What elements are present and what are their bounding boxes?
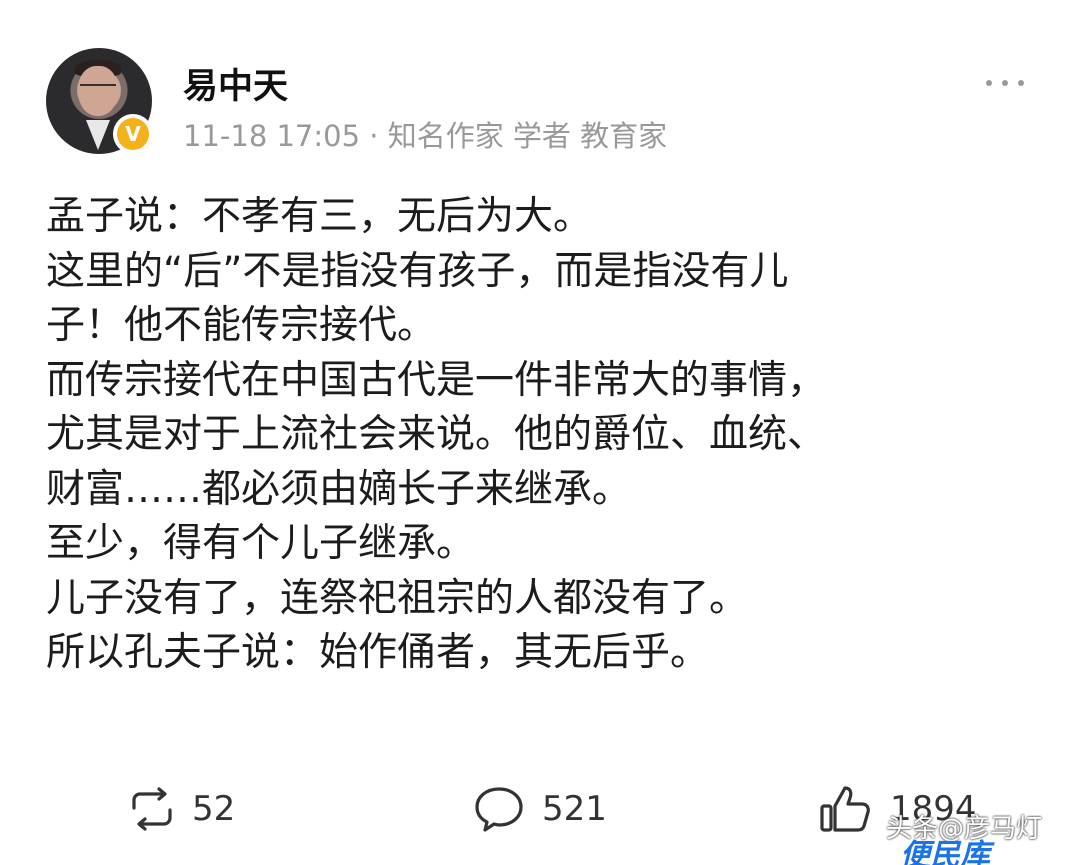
comment-count: 521: [542, 789, 607, 829]
verified-badge-icon: V: [113, 114, 153, 154]
post-line: 孟子说：不孝有三，无后为大。: [46, 194, 593, 239]
post-meta: 11-18 17:05 · 知名作家 学者 教育家: [183, 119, 668, 153]
more-dots-icon[interactable]: [980, 66, 1030, 98]
more-dot: [1018, 80, 1024, 86]
post-line: 所以孔夫子说：始作俑者，其无后乎。: [46, 630, 710, 675]
more-dot: [986, 80, 992, 86]
repost-icon: [132, 787, 172, 831]
avatar-shirt: [86, 120, 110, 150]
verified-badge-mark: V: [117, 118, 149, 150]
author-name[interactable]: 易中天: [183, 58, 288, 109]
repost-count: 52: [192, 789, 236, 829]
post-line: 财富……都必须由嫡长子来继承。: [46, 466, 632, 512]
post-line: 至少，得有个儿子继承。: [46, 521, 476, 566]
post-line: 儿子没有了，连祭祀祖宗的人都没有了。: [46, 575, 749, 621]
repost-button[interactable]: 52: [128, 782, 235, 836]
post-line: 尤其是对于上流社会来说。他的爵位、血统、: [46, 412, 827, 457]
post-line: 这里的“后”不是指没有孩子，而是指没有儿: [46, 248, 789, 294]
post-body: 孟子说：不孝有三，无后为大。 这里的“后”不是指没有孩子，而是指没有儿 子！他不…: [46, 190, 1006, 681]
comment-button[interactable]: 521: [472, 782, 607, 836]
post-line: 而传宗接代在中国古代是一件非常大的事情，: [46, 357, 827, 403]
avatar-glasses: [80, 84, 116, 94]
comment-icon: [475, 787, 523, 832]
site-watermark: 便民库: [900, 838, 990, 865]
thumbs-up-icon: [820, 786, 870, 832]
more-dot: [1002, 80, 1008, 86]
weibo-post: V 易中天 11-18 17:05 · 知名作家 学者 教育家 孟子说：不孝有三…: [0, 0, 1080, 865]
post-line: 子！他不能传宗接代。: [46, 303, 437, 348]
